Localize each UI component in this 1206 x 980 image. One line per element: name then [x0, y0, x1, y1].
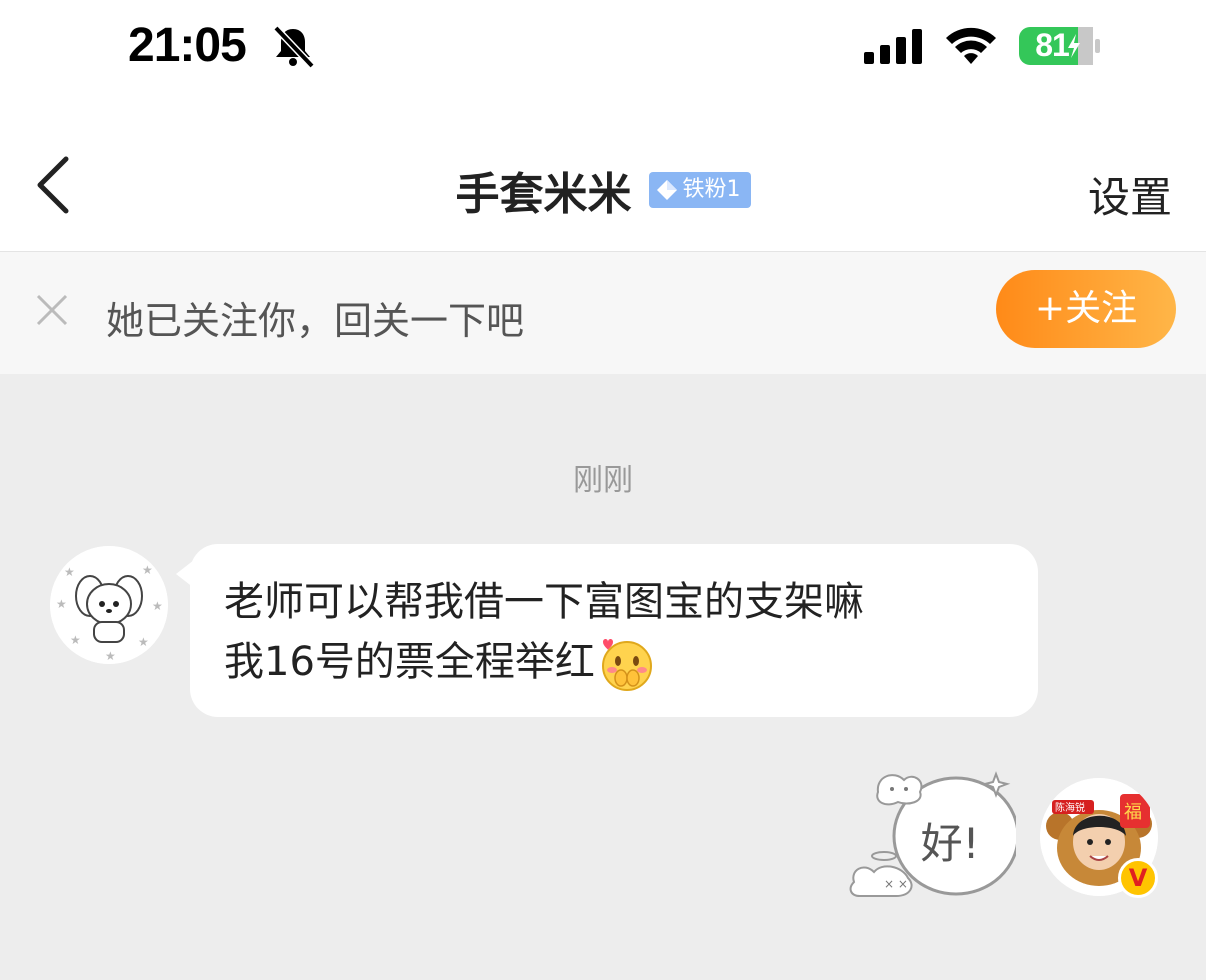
nav-bar: 手套米米 铁粉1 设置 — [0, 100, 1206, 252]
page-title[interactable]: 手套米米 — [455, 158, 631, 222]
follow-button[interactable]: +关注 — [996, 270, 1176, 348]
avatar[interactable]: ★ ★ ★ ★ ★ ★ ★ — [50, 546, 168, 664]
shy-face-emoji-icon — [601, 639, 652, 691]
svg-text:★: ★ — [64, 565, 75, 579]
title-area: 手套米米 铁粉1 — [0, 158, 1206, 222]
fan-level-badge: 铁粉1 — [648, 172, 751, 208]
sticker-text: 好! — [920, 819, 980, 868]
close-icon[interactable] — [34, 292, 70, 328]
battery-percent: 81 — [1035, 27, 1070, 63]
follow-prompt-text: 她已关注你，回关一下吧 — [106, 299, 525, 343]
message-timestamp: 刚刚 — [573, 463, 633, 498]
status-bar: 21:05 81 — [0, 0, 1206, 100]
svg-text:★: ★ — [152, 599, 163, 613]
avatar-label: 陈海锐 — [1055, 801, 1085, 814]
svg-text:★: ★ — [105, 649, 116, 663]
settings-button[interactable]: 设置 — [1088, 164, 1172, 225]
message-bubble-incoming[interactable]: 老师可以帮我借一下富图宝的支架嘛 我16号的票全程举红 — [190, 544, 1038, 717]
follow-prompt-bar: 她已关注你，回关一下吧 +关注 — [0, 252, 1206, 374]
cellular-signal-icon — [864, 29, 922, 64]
puppy-avatar-icon: ★ ★ ★ ★ ★ ★ ★ — [50, 546, 168, 664]
verified-badge: V — [1118, 858, 1158, 898]
svg-text:★: ★ — [70, 633, 81, 647]
message-text: 老师可以帮我借一下富图宝的支架嘛 我16号的票全程举红 — [224, 572, 1014, 692]
message-line-2: 我16号的票全程举红 — [224, 639, 595, 685]
bell-muted-icon — [273, 25, 315, 69]
status-time: 21:05 — [128, 19, 247, 72]
wifi-icon — [946, 27, 996, 64]
svg-text:福: 福 — [1124, 802, 1142, 823]
message-line-1: 老师可以帮我借一下富图宝的支架嘛 — [224, 579, 864, 625]
svg-text:★: ★ — [142, 563, 153, 577]
diamond-icon — [656, 180, 677, 200]
svg-text:× ×: × × — [884, 877, 908, 891]
svg-text:★: ★ — [56, 597, 67, 611]
fan-badge-label: 铁粉1 — [682, 177, 741, 202]
svg-text:★: ★ — [138, 635, 149, 649]
